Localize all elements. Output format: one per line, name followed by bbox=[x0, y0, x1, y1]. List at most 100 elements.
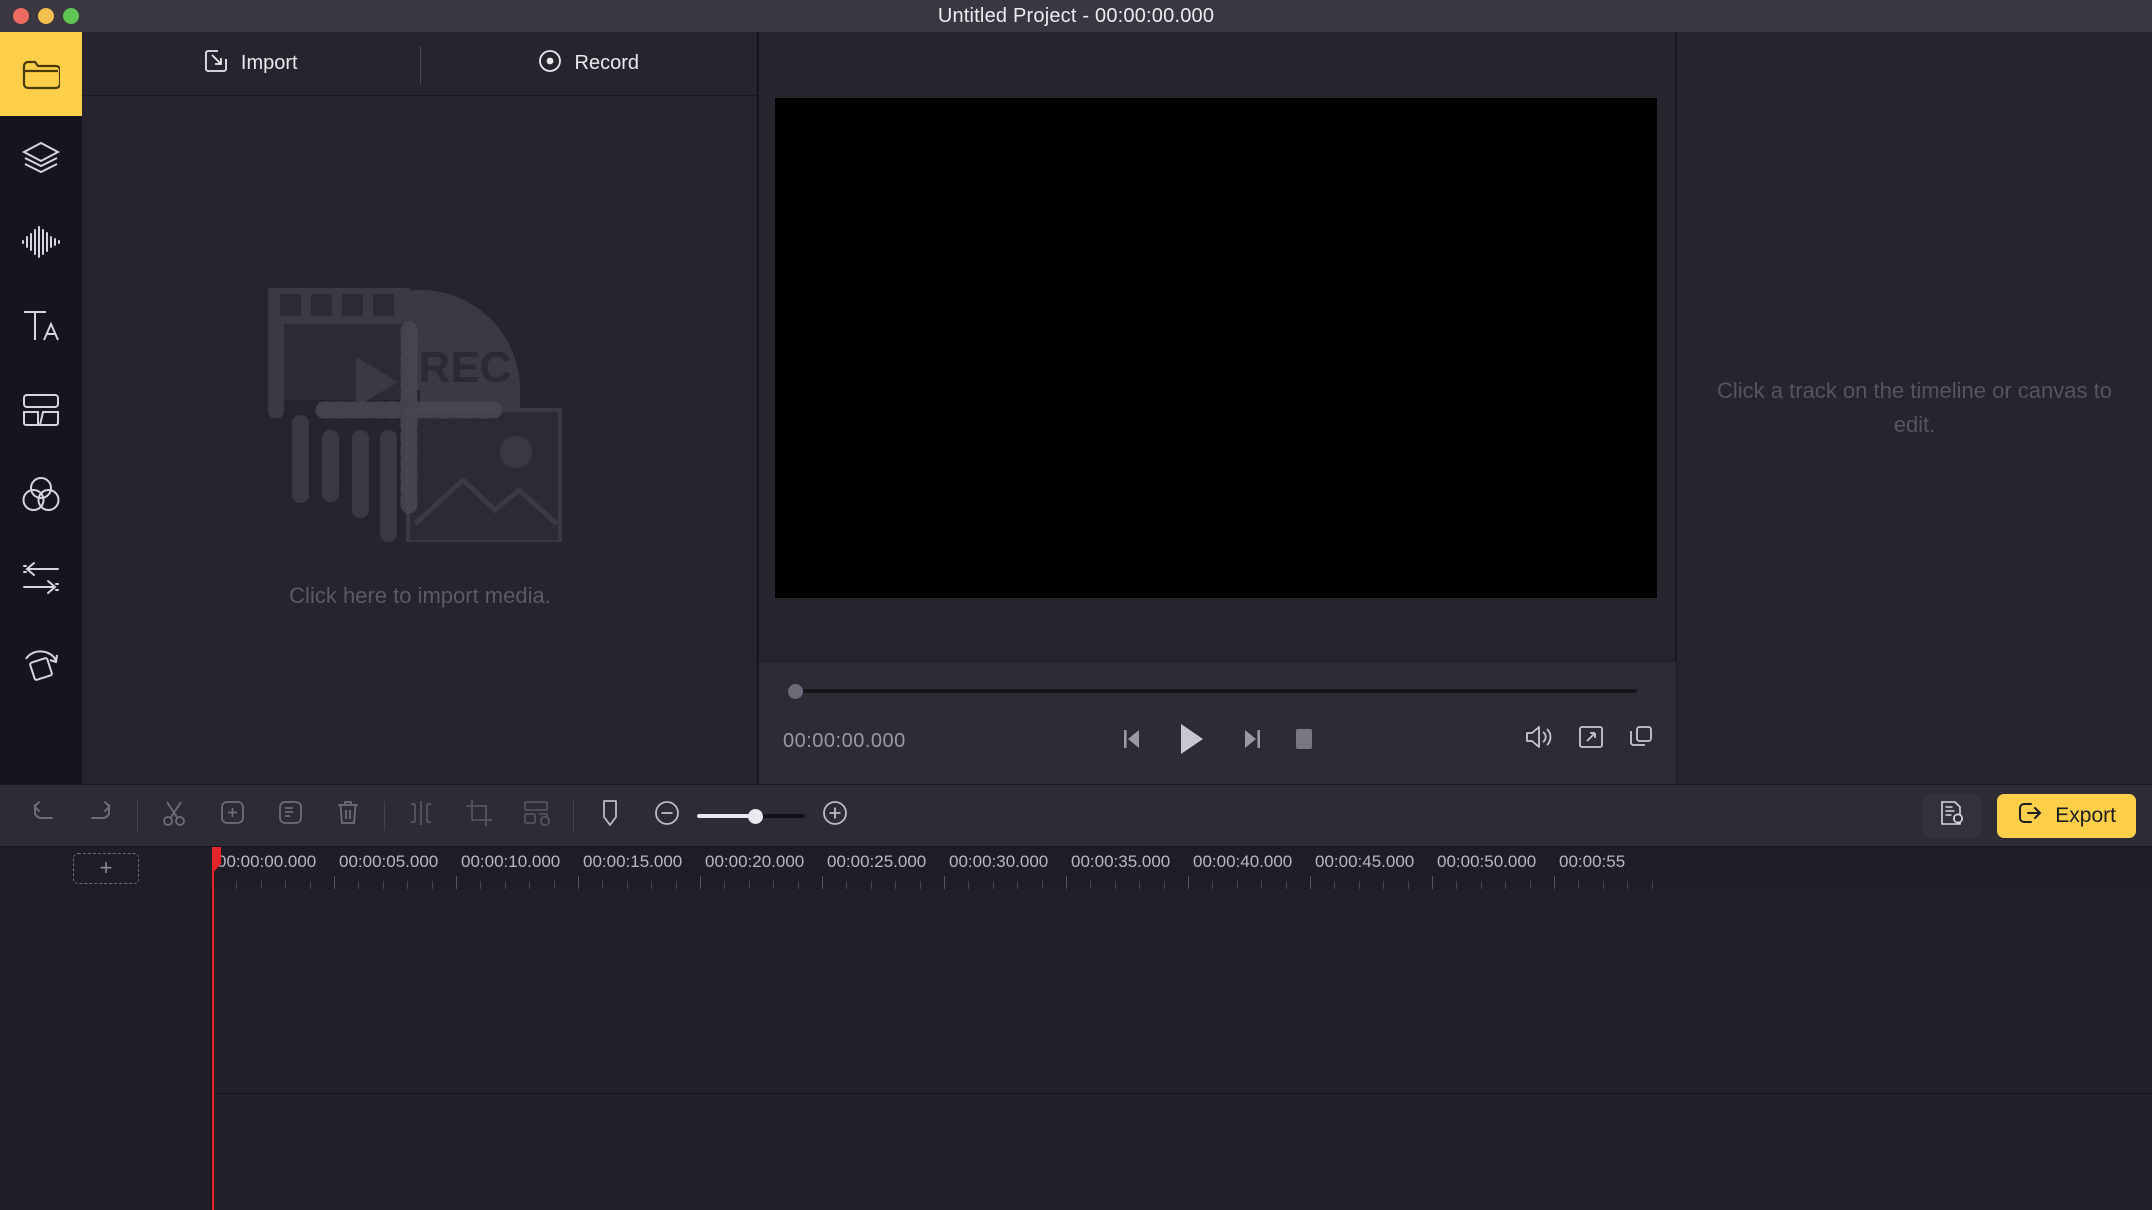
sidebar-item-filters[interactable] bbox=[0, 452, 82, 536]
track-label-column bbox=[0, 889, 212, 1210]
trash-icon bbox=[335, 799, 361, 832]
transitions-arrows-icon bbox=[21, 561, 61, 595]
timeline-zoom-control bbox=[653, 799, 849, 832]
scissors-icon bbox=[161, 799, 187, 832]
layout-settings-button[interactable] bbox=[508, 784, 566, 847]
duplicate-button[interactable] bbox=[203, 784, 261, 847]
ruler-tick-label: 00:00:45.000 bbox=[1315, 852, 1415, 871]
ruler-tick-minor bbox=[651, 881, 653, 889]
media-drop-zone[interactable]: REC Click here to import media. bbox=[82, 96, 758, 784]
ruler-tick-label: 00:00:10.000 bbox=[461, 852, 561, 871]
audio-waveform-icon bbox=[21, 225, 61, 259]
import-media-caption: Click here to import media. bbox=[289, 582, 551, 608]
timeline: + 00:00:00.000 00:00:05.000 00:00:10.000 00… bbox=[0, 847, 2152, 1210]
ruler-tick-label: 00:00:40.000 bbox=[1193, 852, 1293, 871]
stop-icon[interactable] bbox=[1293, 726, 1315, 757]
video-canvas[interactable] bbox=[775, 98, 1657, 598]
ruler-tick-minor bbox=[504, 881, 506, 889]
ruler-tick-minor bbox=[1480, 881, 1482, 889]
split-icon bbox=[407, 800, 435, 831]
play-icon[interactable] bbox=[1177, 722, 1207, 761]
text-icon bbox=[21, 307, 61, 345]
sidebar-item-transform[interactable] bbox=[0, 620, 82, 704]
ruler-tick-minor bbox=[285, 881, 287, 889]
ruler-tick-minor bbox=[1529, 881, 1531, 889]
ruler-tick-label: 00:00:05.000 bbox=[339, 852, 439, 871]
window-title: Untitled Project - 00:00:00.000 bbox=[937, 4, 1215, 27]
add-track-button[interactable]: + bbox=[73, 852, 139, 884]
media-tabs: Import Record bbox=[82, 32, 757, 96]
ruler-tick-minor bbox=[1285, 881, 1287, 889]
sidebar-item-elements[interactable] bbox=[0, 116, 82, 200]
timeline-tracks bbox=[0, 889, 2152, 1210]
sidebar-item-media[interactable] bbox=[0, 32, 82, 116]
add-track-label: + bbox=[99, 855, 113, 880]
step-forward-icon[interactable] bbox=[1237, 726, 1263, 757]
ruler-tick-minor bbox=[1505, 881, 1507, 889]
tab-record-label: Record bbox=[574, 52, 639, 74]
ruler-tick-minor bbox=[724, 881, 726, 889]
rec-placeholder-text: REC bbox=[419, 343, 512, 392]
expand-icon[interactable] bbox=[1578, 724, 1604, 755]
export-button-label: Export bbox=[2055, 803, 2116, 827]
import-media-placeholder-graphic: REC bbox=[260, 272, 580, 547]
crop-button[interactable] bbox=[450, 784, 508, 847]
toolbar-divider-3 bbox=[573, 800, 574, 831]
split-button[interactable] bbox=[392, 784, 450, 847]
ruler-tick-major bbox=[822, 876, 823, 889]
color-circles-icon bbox=[21, 475, 61, 513]
delete-button[interactable] bbox=[319, 784, 377, 847]
ruler-tick-minor bbox=[1261, 881, 1263, 889]
ruler-tick-minor bbox=[626, 881, 628, 889]
sidebar-item-templates[interactable] bbox=[0, 368, 82, 452]
zoom-slider-thumb[interactable] bbox=[748, 808, 763, 824]
playhead[interactable] bbox=[212, 847, 214, 1210]
ruler-tick-minor bbox=[870, 881, 872, 889]
ruler-tick-label: 00:00:55 bbox=[1559, 852, 1626, 871]
ruler-tick-minor bbox=[382, 881, 384, 889]
step-back-icon[interactable] bbox=[1121, 726, 1147, 757]
split-layout-icon bbox=[21, 393, 61, 427]
ruler-tick-minor bbox=[1236, 881, 1238, 889]
timeline-header-left: + bbox=[0, 847, 212, 889]
zoom-slider[interactable] bbox=[697, 808, 805, 824]
ruler-tick-minor bbox=[553, 881, 555, 889]
scrubber-track bbox=[797, 689, 1637, 693]
copy-button[interactable] bbox=[261, 784, 319, 847]
history-group bbox=[14, 784, 130, 847]
ruler-tick-major bbox=[700, 876, 701, 889]
track-row[interactable] bbox=[0, 889, 2152, 1094]
export-button[interactable]: Export bbox=[1997, 793, 2136, 838]
cut-button[interactable] bbox=[145, 784, 203, 847]
tab-record[interactable]: Record bbox=[420, 32, 758, 95]
ruler-tick-minor bbox=[529, 881, 531, 889]
ruler-tick-minor bbox=[1456, 881, 1458, 889]
timeline-ruler[interactable]: 00:00:00.000 00:00:05.000 00:00:10.000 00:0… bbox=[212, 847, 2152, 889]
zoom-in-icon[interactable] bbox=[821, 799, 849, 832]
media-panel: Import Record REC Click here to import m… bbox=[82, 32, 758, 784]
editing-toolbar: Export bbox=[0, 784, 2152, 847]
scrubber[interactable] bbox=[788, 684, 1648, 699]
scrubber-thumb[interactable] bbox=[788, 684, 803, 699]
project-settings-button[interactable] bbox=[1923, 793, 1982, 838]
ruler-tick-minor bbox=[309, 881, 311, 889]
ruler-tick-minor bbox=[1358, 881, 1360, 889]
copy-frames-icon[interactable] bbox=[1628, 724, 1654, 755]
undo-button[interactable] bbox=[14, 784, 72, 847]
ruler-tick-label: 00:00:35.000 bbox=[1071, 852, 1171, 871]
preview-view-controls bbox=[1524, 724, 1654, 755]
redo-button[interactable] bbox=[72, 784, 130, 847]
sidebar-item-audio[interactable] bbox=[0, 200, 82, 284]
sidebar-item-transitions[interactable] bbox=[0, 536, 82, 620]
speaker-icon[interactable] bbox=[1524, 724, 1554, 755]
tab-import[interactable]: Import bbox=[82, 32, 420, 95]
ruler-tick-minor bbox=[602, 881, 604, 889]
ruler-tick-minor bbox=[1090, 881, 1092, 889]
track-row[interactable] bbox=[0, 1094, 2152, 1210]
ruler-tick-minor bbox=[1651, 881, 1653, 889]
ruler-tick-major bbox=[1188, 876, 1189, 889]
zoom-out-icon[interactable] bbox=[653, 799, 681, 832]
marker-button[interactable] bbox=[581, 784, 639, 847]
layout-gear-icon bbox=[522, 799, 552, 832]
sidebar-item-text[interactable] bbox=[0, 284, 82, 368]
